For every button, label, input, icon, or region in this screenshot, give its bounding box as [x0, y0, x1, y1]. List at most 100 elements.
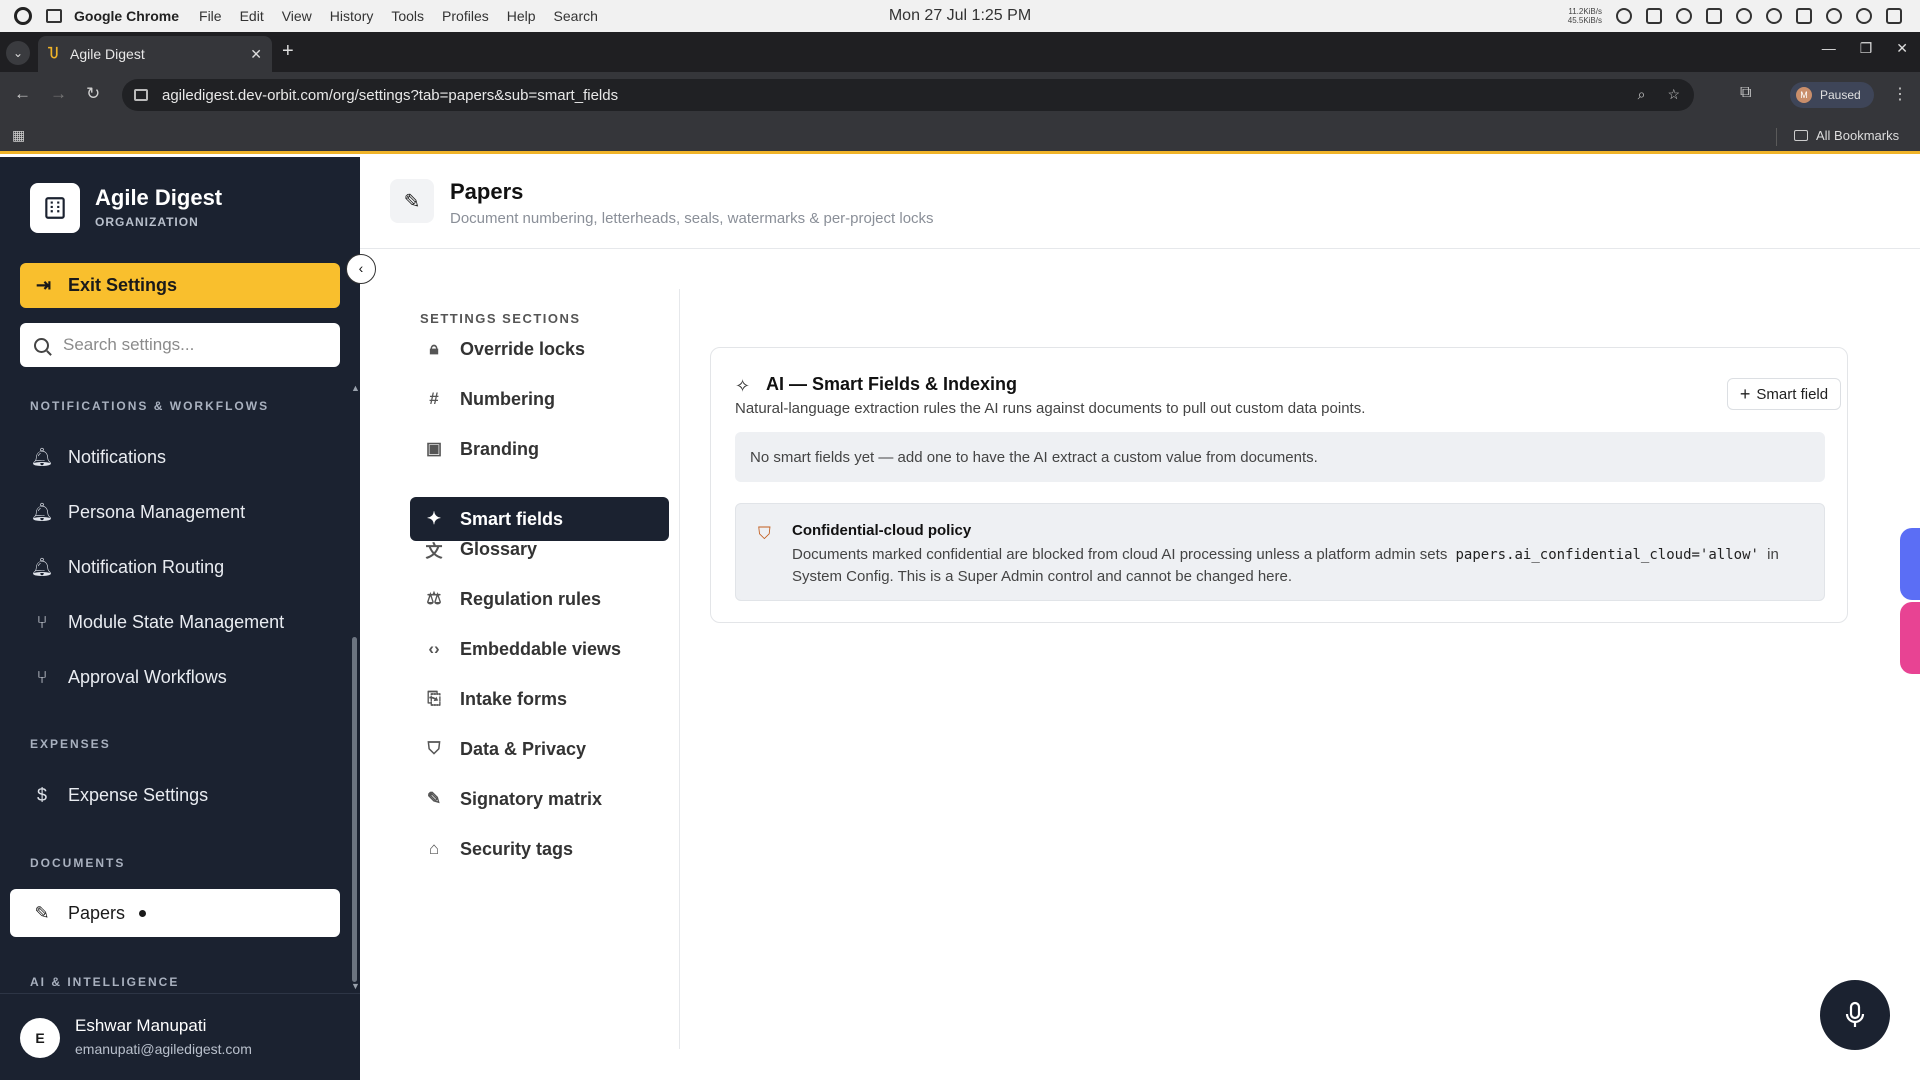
section-override-locks[interactable]: 🔒︎ Override locks: [410, 327, 669, 371]
power-icon[interactable]: [1886, 8, 1902, 24]
all-bookmarks-button[interactable]: All Bookmarks: [1794, 128, 1899, 143]
profile-button[interactable]: M Paused: [1790, 82, 1874, 108]
card-title: AI — Smart Fields & Indexing: [766, 374, 1018, 394]
collapse-sidebar-button[interactable]: ‹: [346, 254, 376, 284]
folder-icon: [1794, 130, 1808, 141]
section-signatory-matrix[interactable]: ✎ Signatory matrix: [410, 777, 669, 821]
card-subtitle: Natural-language extraction rules the AI…: [735, 400, 1366, 417]
hash-icon: #: [429, 389, 439, 408]
exit-settings-button[interactable]: ⇥ Exit Settings: [20, 263, 340, 308]
microphone-icon: [1845, 1001, 1865, 1027]
sidebar-item-module-state-management[interactable]: ⑂ Module State Management: [10, 598, 340, 646]
maximize-icon[interactable]: ❐: [1860, 40, 1873, 57]
os-menu-view[interactable]: View: [282, 8, 312, 24]
minimize-icon[interactable]: —: [1822, 40, 1836, 57]
user-email: emanupati@agiledigest.com: [75, 1041, 252, 1057]
zoom-icon[interactable]: ⌕: [1638, 86, 1646, 103]
microphone-icon[interactable]: [1826, 8, 1842, 24]
os-logo-icon[interactable]: [14, 7, 32, 25]
section-label: Regulation rules: [460, 588, 602, 609]
sidebar-item-label: Approval Workflows: [68, 666, 227, 687]
volume-icon[interactable]: [1706, 8, 1722, 24]
all-bookmarks-label: All Bookmarks: [1816, 128, 1900, 143]
section-glossary[interactable]: 文 Glossary: [410, 527, 669, 571]
battery-icon[interactable]: [1796, 8, 1812, 24]
section-expenses: EXPENSES: [30, 737, 111, 751]
bluetooth-icon[interactable]: [1736, 8, 1752, 24]
scroll-up-arrow[interactable]: ▲: [351, 383, 360, 393]
settings-search[interactable]: [20, 323, 340, 367]
bell-ring-icon: 🔔︎: [30, 501, 54, 522]
os-menu-file[interactable]: File: [199, 8, 222, 24]
section-branding[interactable]: ▣ Branding: [410, 427, 669, 471]
os-menu-search[interactable]: Search: [554, 8, 598, 24]
back-icon[interactable]: ←: [14, 84, 31, 104]
tab-search-button[interactable]: ⌄: [6, 41, 30, 65]
browser-tab-active[interactable]: Ⴎ Agile Digest ✕: [38, 36, 272, 72]
extensions-icon[interactable]: ⧉: [1740, 84, 1751, 102]
settings-sidebar: Agile Digest ORGANIZATION ⇥ Exit Setting…: [0, 157, 360, 1080]
policy-body-text: Documents marked confidential are blocke…: [792, 546, 1448, 563]
section-data-privacy[interactable]: ⛉ Data & Privacy: [410, 727, 669, 771]
sidebar-item-notification-routing[interactable]: 🔔︎ Notification Routing: [10, 543, 340, 591]
org-logo[interactable]: [30, 183, 80, 233]
favicon-icon: Ⴎ: [48, 46, 59, 61]
policy-body: Documents marked confidential are blocke…: [792, 544, 1812, 588]
apps-grid-icon[interactable]: ▦: [12, 127, 25, 144]
avatar: E: [20, 1018, 60, 1058]
tab-title: Agile Digest: [70, 46, 145, 62]
section-security-tags[interactable]: ⌂ Security tags: [410, 827, 669, 871]
sidebar-item-label: Papers: [68, 902, 126, 923]
sidebar-item-approval-workflows[interactable]: ⑂ Approval Workflows: [10, 653, 340, 701]
sidebar-scrollbar[interactable]: [352, 637, 357, 982]
edit-document-icon: ✎: [34, 902, 50, 923]
sidebar-item-expense-settings[interactable]: $ Expense Settings: [10, 771, 340, 819]
os-menu-edit[interactable]: Edit: [240, 8, 264, 24]
side-widget-tab[interactable]: [1900, 528, 1920, 600]
exit-settings-label: Exit Settings: [68, 275, 178, 295]
add-smart-field-button[interactable]: + Smart field: [1727, 378, 1841, 410]
sidebar-item-label: Notification Routing: [68, 556, 225, 577]
os-menu-help[interactable]: Help: [507, 8, 536, 24]
edit-document-icon: ✎: [390, 179, 434, 223]
url-text[interactable]: agiledigest.dev-orbit.com/org/settings?t…: [162, 87, 618, 104]
os-menu-tools[interactable]: Tools: [391, 8, 424, 24]
side-feedback-tab[interactable]: [1900, 602, 1920, 674]
brightness-icon[interactable]: [1766, 8, 1782, 24]
section-intake-forms[interactable]: ⎘ Intake forms: [410, 677, 669, 721]
close-window-icon[interactable]: ✕: [1896, 40, 1908, 57]
sections-divider: [679, 289, 680, 1049]
section-label: Embeddable views: [460, 638, 622, 659]
timer-icon[interactable]: [1616, 8, 1632, 24]
clipboard-icon[interactable]: [1646, 8, 1662, 24]
sidebar-item-papers[interactable]: ✎ Papers: [10, 889, 340, 937]
address-bar[interactable]: agiledigest.dev-orbit.com/org/settings?t…: [122, 79, 1694, 111]
sidebar-item-persona-management[interactable]: 🔔︎ Persona Management: [10, 488, 340, 536]
search-input[interactable]: [63, 335, 323, 355]
os-menu-profiles[interactable]: Profiles: [442, 8, 489, 24]
voice-assistant-button[interactable]: [1820, 980, 1890, 1050]
section-regulation-rules[interactable]: ⚖ Regulation rules: [410, 577, 669, 621]
section-label: Numbering: [460, 388, 556, 409]
chrome-menu-icon[interactable]: ⋮: [1892, 84, 1908, 104]
main-content: ✎ Papers Document numbering, letterheads…: [360, 157, 1920, 1080]
page-subtitle: Document numbering, letterheads, seals, …: [450, 210, 934, 227]
wifi-icon[interactable]: [1856, 8, 1872, 24]
forward-icon[interactable]: →: [50, 84, 67, 104]
site-info-icon[interactable]: [134, 89, 148, 101]
section-label: Glossary: [460, 538, 538, 559]
section-label: Data & Privacy: [460, 738, 587, 759]
os-app-name[interactable]: Google Chrome: [74, 8, 179, 24]
section-embeddable-views[interactable]: ‹› Embeddable views: [410, 627, 669, 671]
os-menu-history[interactable]: History: [330, 8, 374, 24]
pause-icon[interactable]: [1676, 8, 1692, 24]
section-numbering[interactable]: # Numbering: [410, 377, 669, 421]
sidebar-item-notifications[interactable]: 🔔︎ Notifications: [10, 433, 340, 481]
bookmark-star-icon[interactable]: ☆: [1667, 86, 1680, 103]
tab-close-icon[interactable]: ✕: [250, 46, 262, 63]
image-icon: ▣: [425, 439, 443, 458]
new-tab-button[interactable]: +: [282, 40, 294, 63]
scroll-down-arrow[interactable]: ▼: [351, 981, 360, 991]
reload-icon[interactable]: ↻: [86, 84, 100, 104]
user-profile[interactable]: E Eshwar Manupati emanupati@agiledigest.…: [0, 993, 360, 1080]
